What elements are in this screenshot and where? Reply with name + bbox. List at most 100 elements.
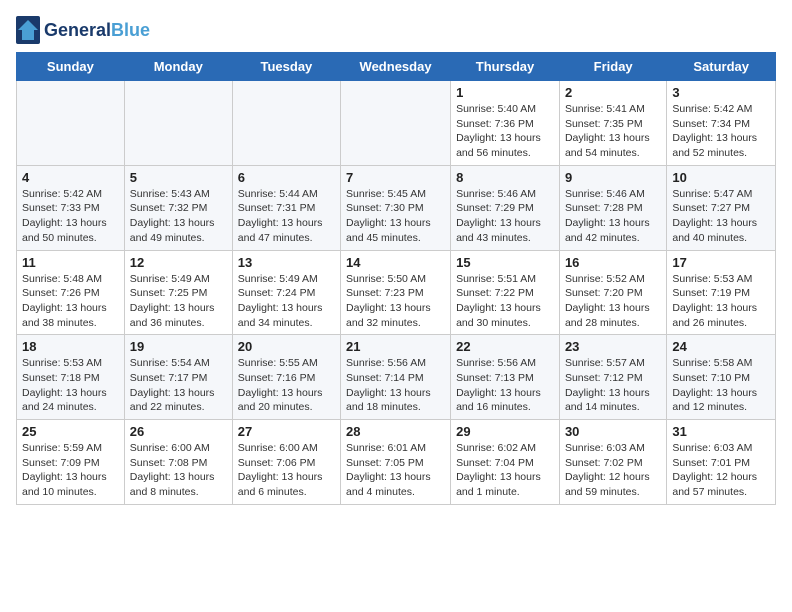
calendar-day-cell: 28 Sunrise: 6:01 AM Sunset: 7:05 PM Dayli…	[341, 420, 451, 505]
day-info: Sunrise: 5:43 AM Sunset: 7:32 PM Dayligh…	[130, 187, 227, 246]
calendar-day-cell: 10 Sunrise: 5:47 AM Sunset: 7:27 PM Dayli…	[667, 165, 776, 250]
day-info: Sunrise: 6:01 AM Sunset: 7:05 PM Dayligh…	[346, 441, 445, 500]
calendar-day-cell: 22 Sunrise: 5:56 AM Sunset: 7:13 PM Dayli…	[451, 335, 560, 420]
calendar-day-cell	[17, 81, 125, 166]
day-of-week-header: Sunday	[17, 53, 125, 81]
day-of-week-header: Saturday	[667, 53, 776, 81]
calendar-day-cell: 30 Sunrise: 6:03 AM Sunset: 7:02 PM Dayli…	[559, 420, 666, 505]
day-info: Sunrise: 5:45 AM Sunset: 7:30 PM Dayligh…	[346, 187, 445, 246]
day-number: 28	[346, 424, 445, 439]
logo: GeneralBlue	[16, 16, 150, 44]
day-number: 13	[238, 255, 335, 270]
day-number: 29	[456, 424, 554, 439]
calendar-week-row: 4 Sunrise: 5:42 AM Sunset: 7:33 PM Daylig…	[17, 165, 776, 250]
day-info: Sunrise: 6:03 AM Sunset: 7:02 PM Dayligh…	[565, 441, 661, 500]
day-number: 21	[346, 339, 445, 354]
day-number: 5	[130, 170, 227, 185]
day-of-week-header: Monday	[124, 53, 232, 81]
day-of-week-header: Thursday	[451, 53, 560, 81]
calendar-day-cell: 3Sunrise: 5:42 AM Sunset: 7:34 PM Daylig…	[667, 81, 776, 166]
calendar-day-cell: 6 Sunrise: 5:44 AM Sunset: 7:31 PM Daylig…	[232, 165, 340, 250]
day-number: 6	[238, 170, 335, 185]
day-info: Sunrise: 5:57 AM Sunset: 7:12 PM Dayligh…	[565, 356, 661, 415]
day-info: Sunrise: 5:42 AM Sunset: 7:33 PM Dayligh…	[22, 187, 119, 246]
day-info: Sunrise: 6:02 AM Sunset: 7:04 PM Dayligh…	[456, 441, 554, 500]
day-number: 22	[456, 339, 554, 354]
day-number: 16	[565, 255, 661, 270]
calendar-day-cell: 11 Sunrise: 5:48 AM Sunset: 7:26 PM Dayli…	[17, 250, 125, 335]
day-info: Sunrise: 5:53 AM Sunset: 7:19 PM Dayligh…	[672, 272, 770, 331]
calendar-day-cell: 23 Sunrise: 5:57 AM Sunset: 7:12 PM Dayli…	[559, 335, 666, 420]
calendar-day-cell	[341, 81, 451, 166]
calendar-day-cell: 7 Sunrise: 5:45 AM Sunset: 7:30 PM Daylig…	[341, 165, 451, 250]
day-info: Sunrise: 5:46 AM Sunset: 7:28 PM Dayligh…	[565, 187, 661, 246]
day-number: 4	[22, 170, 119, 185]
day-number: 14	[346, 255, 445, 270]
day-number: 18	[22, 339, 119, 354]
day-number: 7	[346, 170, 445, 185]
calendar-week-row: 1 Sunrise: 5:40 AM Sunset: 7:36 PM Daylig…	[17, 81, 776, 166]
calendar-day-cell: 19Sunrise: 5:54 AM Sunset: 7:17 PM Dayli…	[124, 335, 232, 420]
day-info: Sunrise: 5:47 AM Sunset: 7:27 PM Dayligh…	[672, 187, 770, 246]
calendar-day-cell: 4 Sunrise: 5:42 AM Sunset: 7:33 PM Daylig…	[17, 165, 125, 250]
day-info: Sunrise: 5:56 AM Sunset: 7:14 PM Dayligh…	[346, 356, 445, 415]
day-number: 25	[22, 424, 119, 439]
calendar-day-cell: 21 Sunrise: 5:56 AM Sunset: 7:14 PM Dayli…	[341, 335, 451, 420]
day-number: 8	[456, 170, 554, 185]
day-of-week-header: Friday	[559, 53, 666, 81]
day-number: 19	[130, 339, 227, 354]
day-of-week-header: Wednesday	[341, 53, 451, 81]
day-number: 27	[238, 424, 335, 439]
day-info: Sunrise: 5:59 AM Sunset: 7:09 PM Dayligh…	[22, 441, 119, 500]
day-info: Sunrise: 5:41 AM Sunset: 7:35 PM Dayligh…	[565, 102, 661, 161]
day-number: 1	[456, 85, 554, 100]
day-number: 17	[672, 255, 770, 270]
day-info: Sunrise: 5:55 AM Sunset: 7:16 PM Dayligh…	[238, 356, 335, 415]
day-number: 24	[672, 339, 770, 354]
calendar-body: 1 Sunrise: 5:40 AM Sunset: 7:36 PM Daylig…	[17, 81, 776, 505]
calendar-day-cell	[124, 81, 232, 166]
days-of-week-row: SundayMondayTuesdayWednesdayThursdayFrid…	[17, 53, 776, 81]
day-info: Sunrise: 5:44 AM Sunset: 7:31 PM Dayligh…	[238, 187, 335, 246]
calendar-day-cell: 14Sunrise: 5:50 AM Sunset: 7:23 PM Dayli…	[341, 250, 451, 335]
day-info: Sunrise: 5:46 AM Sunset: 7:29 PM Dayligh…	[456, 187, 554, 246]
day-info: Sunrise: 5:58 AM Sunset: 7:10 PM Dayligh…	[672, 356, 770, 415]
day-of-week-header: Tuesday	[232, 53, 340, 81]
calendar-day-cell: 29 Sunrise: 6:02 AM Sunset: 7:04 PM Dayli…	[451, 420, 560, 505]
calendar-day-cell: 2 Sunrise: 5:41 AM Sunset: 7:35 PM Daylig…	[559, 81, 666, 166]
calendar-week-row: 25 Sunrise: 5:59 AM Sunset: 7:09 PM Dayli…	[17, 420, 776, 505]
page-header: GeneralBlue	[16, 16, 776, 44]
calendar-day-cell: 9 Sunrise: 5:46 AM Sunset: 7:28 PM Daylig…	[559, 165, 666, 250]
day-number: 23	[565, 339, 661, 354]
calendar-day-cell: 17 Sunrise: 5:53 AM Sunset: 7:19 PM Dayli…	[667, 250, 776, 335]
day-number: 31	[672, 424, 770, 439]
calendar-day-cell: 18 Sunrise: 5:53 AM Sunset: 7:18 PM Dayli…	[17, 335, 125, 420]
calendar-week-row: 11 Sunrise: 5:48 AM Sunset: 7:26 PM Dayli…	[17, 250, 776, 335]
calendar-day-cell: 27 Sunrise: 6:00 AM Sunset: 7:06 PM Dayli…	[232, 420, 340, 505]
day-number: 10	[672, 170, 770, 185]
calendar-header: SundayMondayTuesdayWednesdayThursdayFrid…	[17, 53, 776, 81]
day-number: 2	[565, 85, 661, 100]
day-number: 15	[456, 255, 554, 270]
day-info: Sunrise: 5:56 AM Sunset: 7:13 PM Dayligh…	[456, 356, 554, 415]
day-info: Sunrise: 5:40 AM Sunset: 7:36 PM Dayligh…	[456, 102, 554, 161]
calendar-day-cell: 25 Sunrise: 5:59 AM Sunset: 7:09 PM Dayli…	[17, 420, 125, 505]
day-info: Sunrise: 5:48 AM Sunset: 7:26 PM Dayligh…	[22, 272, 119, 331]
logo-icon	[16, 16, 40, 44]
day-info: Sunrise: 6:00 AM Sunset: 7:06 PM Dayligh…	[238, 441, 335, 500]
day-number: 12	[130, 255, 227, 270]
logo-text: GeneralBlue	[44, 20, 150, 41]
day-info: Sunrise: 5:51 AM Sunset: 7:22 PM Dayligh…	[456, 272, 554, 331]
day-info: Sunrise: 5:53 AM Sunset: 7:18 PM Dayligh…	[22, 356, 119, 415]
day-info: Sunrise: 5:49 AM Sunset: 7:24 PM Dayligh…	[238, 272, 335, 331]
calendar-day-cell: 26Sunrise: 6:00 AM Sunset: 7:08 PM Dayli…	[124, 420, 232, 505]
day-number: 9	[565, 170, 661, 185]
day-info: Sunrise: 5:49 AM Sunset: 7:25 PM Dayligh…	[130, 272, 227, 331]
calendar-day-cell: 1 Sunrise: 5:40 AM Sunset: 7:36 PM Daylig…	[451, 81, 560, 166]
day-number: 20	[238, 339, 335, 354]
calendar-day-cell: 13 Sunrise: 5:49 AM Sunset: 7:24 PM Dayli…	[232, 250, 340, 335]
day-number: 30	[565, 424, 661, 439]
day-info: Sunrise: 5:52 AM Sunset: 7:20 PM Dayligh…	[565, 272, 661, 331]
calendar-day-cell: 8 Sunrise: 5:46 AM Sunset: 7:29 PM Daylig…	[451, 165, 560, 250]
day-number: 11	[22, 255, 119, 270]
